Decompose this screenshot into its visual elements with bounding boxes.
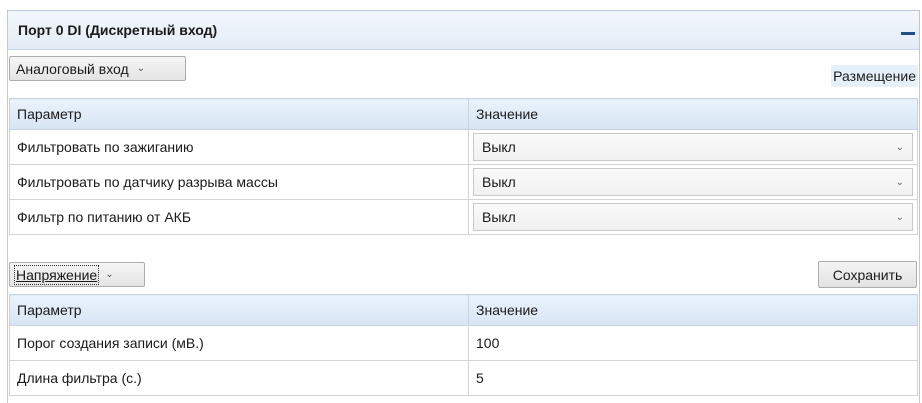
voltage-table: Параметр Значение Порог создания записи … bbox=[9, 294, 918, 396]
filter-length-value[interactable]: 5 bbox=[468, 360, 918, 396]
param-name: Фильтровать по зажиганию bbox=[9, 129, 469, 165]
table-row: Фильтр по питанию от АКБ Выкл ⌄ bbox=[9, 199, 918, 235]
table-row: Фильтровать по зажиганию Выкл ⌄ bbox=[9, 129, 918, 165]
column-header-param: Параметр bbox=[9, 98, 469, 130]
table-header-row: Параметр Значение bbox=[9, 294, 918, 326]
chevron-down-icon: ⌄ bbox=[895, 176, 904, 188]
ignition-filter-select[interactable]: Выкл ⌄ bbox=[473, 133, 913, 161]
table-header-row: Параметр Значение bbox=[9, 98, 918, 130]
column-header-value: Значение bbox=[468, 294, 918, 326]
column-header-value: Значение bbox=[468, 98, 918, 130]
battery-filter-select[interactable]: Выкл ⌄ bbox=[473, 203, 913, 231]
value-cell: Выкл ⌄ bbox=[468, 199, 918, 235]
port-panel: Порт 0 DI (Дискретный вход) Аналоговый в… bbox=[7, 10, 920, 403]
panel-header: Порт 0 DI (Дискретный вход) bbox=[8, 11, 919, 50]
value-cell: Выкл ⌄ bbox=[468, 164, 918, 200]
settings-table: Параметр Значение Фильтровать по зажиган… bbox=[9, 98, 918, 235]
chevron-down-icon: ⌄ bbox=[105, 269, 114, 280]
param-name: Длина фильтра (с.) bbox=[9, 360, 469, 396]
param-name: Фильтр по питанию от АКБ bbox=[9, 199, 469, 235]
table-row: Длина фильтра (с.) 5 bbox=[9, 360, 918, 396]
select-value: Выкл bbox=[482, 174, 516, 190]
voltage-dropdown[interactable]: Напряжение ⌄ bbox=[9, 262, 145, 287]
table-row: Фильтровать по датчику разрыва массы Вык… bbox=[9, 164, 918, 200]
panel-title: Порт 0 DI (Дискретный вход) bbox=[18, 22, 218, 38]
param-name: Фильтровать по датчику разрыва массы bbox=[9, 164, 469, 200]
table-row: Порог создания записи (мВ.) 100 bbox=[9, 325, 918, 361]
input-type-label: Аналоговый вход bbox=[16, 60, 129, 77]
select-value: Выкл bbox=[482, 139, 516, 155]
param-name: Порог создания записи (мВ.) bbox=[9, 325, 469, 361]
chevron-down-icon: ⌄ bbox=[895, 141, 904, 153]
value-cell: Выкл ⌄ bbox=[468, 129, 918, 165]
column-header-param: Параметр bbox=[9, 294, 469, 326]
save-button[interactable]: Сохранить bbox=[818, 261, 917, 288]
ground-break-filter-select[interactable]: Выкл ⌄ bbox=[473, 168, 913, 196]
select-value: Выкл bbox=[482, 209, 516, 225]
chevron-down-icon: ⌄ bbox=[136, 63, 146, 74]
placement-label[interactable]: Размещение bbox=[831, 65, 918, 87]
collapse-minus-icon[interactable] bbox=[901, 23, 915, 37]
input-type-dropdown[interactable]: Аналоговый вход ⌄ bbox=[9, 56, 186, 81]
record-threshold-value[interactable]: 100 bbox=[468, 325, 918, 361]
voltage-label: Напряжение bbox=[13, 264, 100, 285]
chevron-down-icon: ⌄ bbox=[895, 211, 904, 223]
